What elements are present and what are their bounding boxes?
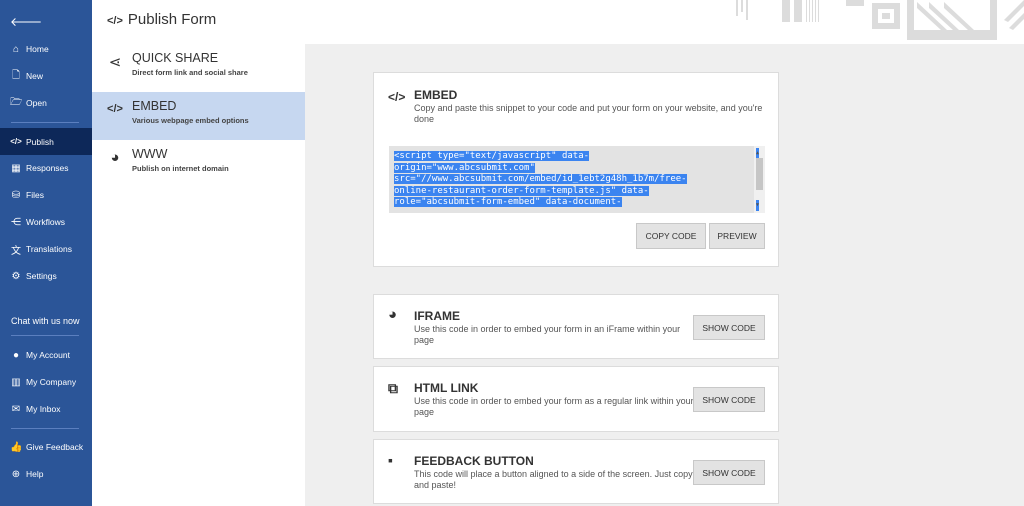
code-icon: </> [107, 15, 123, 27]
share-icon: ⋖ [108, 54, 122, 71]
globe-icon: ◕ [110, 149, 120, 166]
thumbs-up-icon: 👍 [10, 441, 23, 453]
feedback-button-card: ▪ FEEDBACK BUTTON This code will place a… [373, 439, 779, 504]
code-icon: </> [10, 137, 22, 146]
sidebar-item-files[interactable]: ⛁ Files [0, 182, 92, 208]
gear-icon: ⚙ [11, 270, 21, 282]
sidebar-item-my-inbox[interactable]: ✉ My Inbox [0, 396, 92, 422]
sidebar-item-new[interactable]: 🗋 New [0, 63, 92, 89]
embed-description: Copy and paste this snippet to your code… [414, 103, 763, 124]
back-button[interactable]: 🡐 [0, 8, 92, 34]
sidebar-item-help[interactable]: ⊕ Help [0, 461, 92, 487]
chat-bubble-icon: ▪ [388, 452, 393, 468]
divider [11, 335, 79, 336]
folder-open-icon: 🗁 [10, 96, 23, 108]
html-link-card: ⧉ HTML LINK Use this code in order to em… [373, 366, 779, 432]
decorative-pattern [736, 0, 1024, 40]
iframe-show-code-button[interactable]: SHOW CODE [693, 315, 765, 340]
sidebar-item-translations[interactable]: 文 Translations [0, 236, 92, 262]
embed-card: </> EMBED Copy and paste this snippet to… [373, 72, 779, 267]
sidebar-item-my-account[interactable]: ● My Account [0, 342, 92, 368]
workflows-icon: ⋲ [11, 216, 21, 228]
embed-code-textarea[interactable]: <script type="text/javascript" data- ori… [389, 146, 765, 213]
account-icon: ● [12, 349, 20, 361]
responses-icon: ▦ [11, 162, 21, 174]
code-icon: </> [107, 103, 123, 115]
option-quick-share[interactable]: ⋖ QUICK SHARE Direct form link and social … [92, 44, 305, 92]
option-embed[interactable]: </> EMBED Various webpage embed options [92, 92, 305, 140]
sidebar-item-my-company[interactable]: ▥ My Company [0, 369, 92, 395]
new-file-icon: 🗋 [11, 69, 21, 81]
publish-options-panel: ⋖ QUICK SHARE Direct form link and social … [92, 44, 305, 506]
iframe-card: ◕ IFRAME Use this code in order to embed… [373, 294, 779, 359]
sidebar-item-open[interactable]: 🗁 Open [0, 90, 92, 116]
arrow-left-icon: 🡐 [10, 14, 43, 29]
feedback-show-code-button[interactable]: SHOW CODE [693, 460, 765, 485]
sidebar-item-home[interactable]: ⌂ Home [0, 36, 92, 62]
copy-code-button[interactable]: COPY CODE [636, 223, 706, 249]
chat-link[interactable]: Chat with us now [11, 316, 80, 326]
sidebar-item-workflows[interactable]: ⋲ Workflows [0, 209, 92, 235]
divider [11, 428, 79, 429]
page-title: </> Publish Form [107, 11, 217, 28]
divider [11, 122, 79, 123]
help-icon: ⊕ [11, 468, 21, 480]
open-link-icon: ⧉ [388, 380, 398, 396]
sidebar-item-settings[interactable]: ⚙ Settings [0, 263, 92, 289]
header: </> Publish Form [92, 0, 1024, 44]
mail-icon: ✉ [11, 403, 21, 415]
sidebar: 🡐 ⌂ Home 🗋 New 🗁 Open </> Publish ▦ Responses… [0, 0, 92, 506]
company-icon: ▥ [11, 376, 21, 388]
option-www[interactable]: ◕ WWW Publish on internet domain [92, 140, 305, 188]
code-icon: </> [388, 90, 406, 104]
sidebar-item-give-feedback[interactable]: 👍 Give Feedback [0, 434, 92, 460]
sidebar-item-responses[interactable]: ▦ Responses [0, 155, 92, 181]
globe-icon: ◕ [388, 306, 398, 323]
scrollbar[interactable]: ▲ ▼ [754, 146, 765, 213]
home-icon: ⌂ [12, 43, 20, 55]
preview-button[interactable]: PREVIEW [709, 223, 765, 249]
translate-icon: 文 [11, 245, 21, 257]
sidebar-item-publish[interactable]: </> Publish [0, 128, 92, 155]
files-icon: ⛁ [11, 189, 21, 201]
embed-title: EMBED [414, 88, 458, 102]
html-link-show-code-button[interactable]: SHOW CODE [693, 387, 765, 412]
